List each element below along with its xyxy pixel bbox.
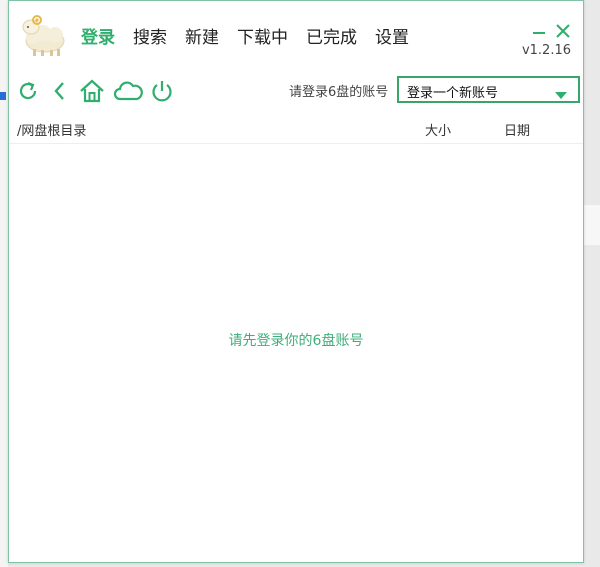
background-window-tab — [582, 205, 600, 245]
minimize-icon[interactable] — [529, 21, 549, 41]
chevron-down-icon — [554, 86, 568, 99]
title-bar: 登录 搜索 新建 下载中 已完成 设置 v1.2.16 — [9, 1, 583, 65]
account-prompt-label: 请登录6盘的账号 — [289, 85, 389, 100]
column-date[interactable]: 日期 — [504, 120, 530, 139]
empty-state-message: 请先登录你的6盘账号 — [228, 333, 364, 349]
app-window: 登录 搜索 新建 下载中 已完成 设置 v1.2.16 请登录6盘的账号 登录一… — [8, 0, 584, 563]
cloud-icon[interactable] — [113, 78, 143, 104]
sheep-logo-icon — [19, 11, 67, 57]
column-size[interactable]: 大小 — [425, 120, 451, 139]
menu-downloading[interactable]: 下载中 — [237, 25, 288, 51]
account-select-value: 登录一个新账号 — [407, 86, 499, 101]
menu-search[interactable]: 搜索 — [133, 25, 167, 51]
background-decoration — [0, 92, 6, 100]
home-icon[interactable] — [79, 78, 105, 104]
menu-new[interactable]: 新建 — [185, 25, 219, 51]
account-select[interactable]: 登录一个新账号 — [397, 76, 580, 103]
file-list-header: /网盘根目录 大小 日期 — [9, 115, 583, 144]
file-list: 请先登录你的6盘账号 — [9, 144, 583, 562]
main-menu: 登录 搜索 新建 下载中 已完成 设置 — [81, 25, 427, 51]
version-label: v1.2.16 — [521, 43, 571, 58]
refresh-icon[interactable] — [15, 78, 41, 104]
power-icon[interactable] — [149, 78, 175, 104]
menu-login[interactable]: 登录 — [81, 25, 115, 51]
toolbar: 请登录6盘的账号 登录一个新账号 — [9, 73, 583, 107]
back-icon[interactable] — [47, 78, 73, 104]
close-icon[interactable] — [553, 21, 573, 41]
menu-settings[interactable]: 设置 — [375, 25, 409, 51]
menu-completed[interactable]: 已完成 — [306, 25, 357, 51]
current-path[interactable]: /网盘根目录 — [17, 120, 86, 139]
background-window-strip — [0, 0, 8, 567]
